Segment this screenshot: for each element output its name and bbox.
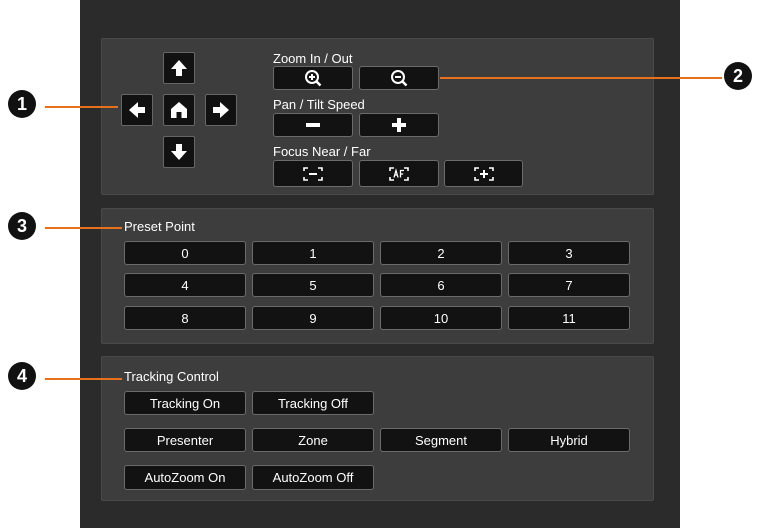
callout-line-1 — [45, 106, 118, 108]
pan-tilt-speed-label: Pan / Tilt Speed — [273, 97, 365, 112]
preset-button-8[interactable]: 8 — [124, 306, 246, 330]
auto-focus-icon — [389, 166, 409, 181]
arrow-left-icon — [129, 102, 145, 118]
arrow-right-icon — [213, 102, 229, 118]
home-icon — [171, 102, 187, 118]
callout-marker-1: 1 — [8, 90, 36, 118]
segment-mode-button[interactable]: Segment — [380, 428, 502, 452]
home-button[interactable] — [163, 94, 195, 126]
callout-line-2 — [440, 77, 722, 79]
minus-icon — [306, 123, 320, 127]
preset-button-4[interactable]: 4 — [124, 273, 246, 297]
preset-button-5[interactable]: 5 — [252, 273, 374, 297]
callout-line-4 — [45, 378, 122, 380]
speed-increase-button[interactable] — [359, 113, 439, 137]
plus-icon — [392, 118, 406, 132]
preset-button-0[interactable]: 0 — [124, 241, 246, 265]
tracking-control-label: Tracking Control — [124, 369, 219, 384]
hybrid-mode-button[interactable]: Hybrid — [508, 428, 630, 452]
preset-button-1[interactable]: 1 — [252, 241, 374, 265]
tracking-off-button[interactable]: Tracking Off — [252, 391, 374, 415]
preset-button-9[interactable]: 9 — [252, 306, 374, 330]
arrow-down-icon — [171, 144, 187, 160]
auto-focus-button[interactable] — [359, 160, 439, 187]
preset-button-6[interactable]: 6 — [380, 273, 502, 297]
pan-right-button[interactable] — [205, 94, 237, 126]
zoom-out-icon — [391, 70, 408, 87]
zoom-in-button[interactable] — [273, 66, 353, 90]
arrow-up-icon — [171, 60, 187, 76]
focus-near-icon — [303, 166, 323, 181]
callout-marker-2: 2 — [724, 62, 752, 90]
focus-label: Focus Near / Far — [273, 144, 371, 159]
pan-up-button[interactable] — [163, 52, 195, 84]
zoom-in-icon — [305, 70, 322, 87]
presenter-mode-button[interactable]: Presenter — [124, 428, 246, 452]
focus-far-button[interactable] — [444, 160, 523, 187]
zoom-label: Zoom In / Out — [273, 51, 353, 66]
autozoom-on-button[interactable]: AutoZoom On — [124, 465, 246, 490]
pan-left-button[interactable] — [121, 94, 153, 126]
pan-down-button[interactable] — [163, 136, 195, 168]
preset-button-2[interactable]: 2 — [380, 241, 502, 265]
preset-button-11[interactable]: 11 — [508, 306, 630, 330]
preset-point-label: Preset Point — [124, 219, 195, 234]
callout-marker-3: 3 — [8, 212, 36, 240]
autozoom-off-button[interactable]: AutoZoom Off — [252, 465, 374, 490]
focus-far-icon — [473, 166, 494, 181]
zone-mode-button[interactable]: Zone — [252, 428, 374, 452]
preset-button-7[interactable]: 7 — [508, 273, 630, 297]
zoom-out-button[interactable] — [359, 66, 439, 90]
preset-button-3[interactable]: 3 — [508, 241, 630, 265]
callout-marker-4: 4 — [8, 362, 36, 390]
speed-decrease-button[interactable] — [273, 113, 353, 137]
preset-button-10[interactable]: 10 — [380, 306, 502, 330]
tracking-on-button[interactable]: Tracking On — [124, 391, 246, 415]
focus-near-button[interactable] — [273, 160, 353, 187]
callout-line-3 — [45, 227, 122, 229]
